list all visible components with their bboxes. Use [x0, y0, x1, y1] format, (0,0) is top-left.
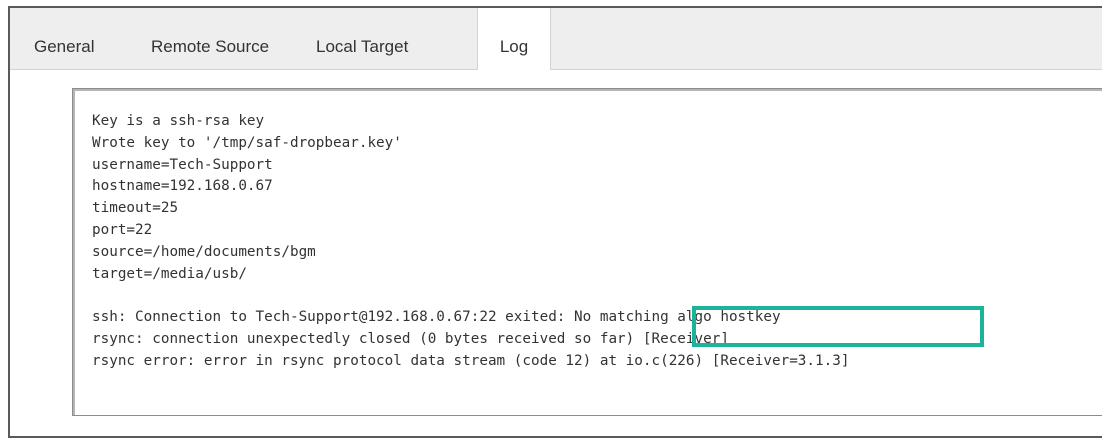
highlight-annotation — [692, 306, 984, 347]
dialog-window: General Remote Source Local Target Log K… — [8, 6, 1102, 438]
log-line: hostname=192.168.0.67 — [92, 178, 273, 195]
log-output[interactable]: Key is a ssh-rsa key Wrote key to '/tmp/s… — [72, 88, 1102, 416]
log-line: source=/home/documents/bgm — [92, 243, 316, 260]
log-line: username=Tech-Support — [92, 156, 273, 173]
log-panel: Key is a ssh-rsa key Wrote key to '/tmp/s… — [10, 70, 1102, 436]
log-line-blank — [92, 285, 849, 307]
log-line: target=/media/usb/ — [92, 265, 247, 282]
tab-local-target[interactable]: Local Target — [316, 8, 408, 70]
log-line: Wrote key to '/tmp/saf-dropbear.key' — [92, 134, 402, 151]
tab-log[interactable]: Log — [477, 8, 551, 71]
tab-general[interactable]: General — [34, 8, 94, 70]
log-line: timeout=25 — [92, 200, 179, 217]
tab-bar: General Remote Source Local Target Log — [10, 8, 1102, 71]
log-line: Key is a ssh-rsa key — [92, 113, 265, 129]
tab-remote-source[interactable]: Remote Source — [151, 8, 269, 70]
log-line: port=22 — [92, 221, 153, 238]
log-line: rsync error: error in rsync protocol dat… — [92, 352, 850, 369]
